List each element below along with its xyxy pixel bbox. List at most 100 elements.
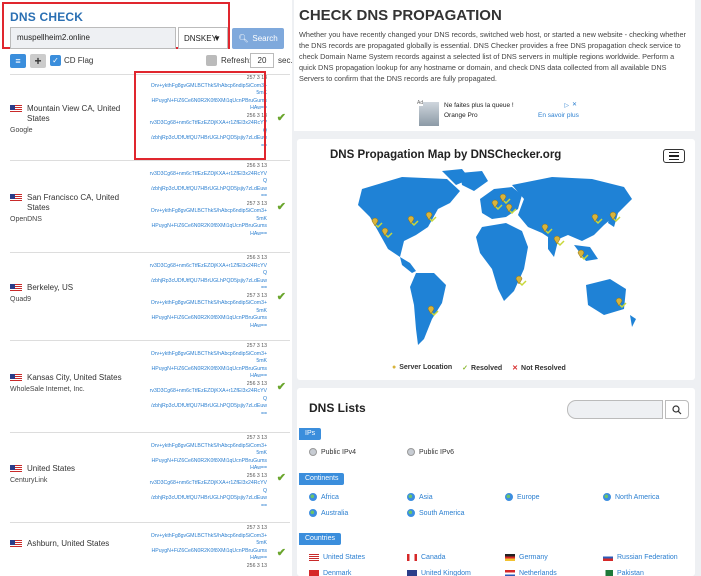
ad-info-icon[interactable]: ▷ bbox=[564, 102, 569, 109]
resolved-check-icon: ✔ bbox=[276, 291, 286, 303]
server-provider: Quad9 bbox=[10, 296, 32, 303]
resolved-check-icon: ✔ bbox=[276, 201, 286, 213]
record-line: Orv+ykthFg8gvGMLBCThkS/hAbcp6ndipSiCom3+ bbox=[150, 350, 267, 357]
dns-lists-title: DNS Lists bbox=[309, 401, 366, 415]
ad-banner[interactable]: Ad Ne faites plus la queue ! Orange Pro … bbox=[417, 100, 579, 127]
map-title: DNS Propagation Map by DNSChecker.org bbox=[330, 149, 562, 161]
record-line: Orv+ykthFg8gvGMLBCThkS/hAbcp6ndipSiCom3+ bbox=[150, 442, 267, 449]
refresh-interval-input[interactable]: 20 bbox=[250, 53, 274, 68]
record-line: Q bbox=[262, 487, 267, 494]
close-icon[interactable]: ✕ bbox=[572, 101, 577, 108]
server-location: Berkeley, US Quad9 bbox=[10, 283, 140, 303]
domain-input[interactable]: muspellheim2.online bbox=[10, 27, 176, 49]
server-location: Ashburn, United States bbox=[10, 539, 140, 552]
record-line: == bbox=[260, 502, 267, 509]
record-line: == bbox=[260, 285, 267, 291]
continent-link[interactable]: South America bbox=[407, 509, 465, 517]
us-flag-icon bbox=[10, 284, 22, 292]
record-line: 256 3 13 bbox=[246, 472, 267, 479]
country-flag-icon bbox=[407, 570, 417, 576]
refresh-checkbox[interactable] bbox=[206, 55, 217, 66]
server-provider: WholeSale Internet, Inc. bbox=[10, 386, 85, 393]
country-link[interactable]: Netherlands bbox=[505, 570, 557, 576]
country-flag-icon bbox=[309, 570, 319, 576]
record-line: 5mK bbox=[256, 307, 267, 314]
continent-link[interactable]: Asia bbox=[407, 493, 433, 501]
continent-link[interactable]: Africa bbox=[309, 493, 339, 501]
map-legend: ● Server Location ✓ Resolved ✕ Not Resolved bbox=[392, 364, 566, 372]
record-line: 5mK bbox=[256, 540, 267, 546]
options-toolbar: ≡ + ✓ CD Flag Refresh: 20 sec. bbox=[10, 53, 293, 70]
country-link[interactable]: United States bbox=[309, 554, 365, 561]
record-line: 5mK bbox=[256, 450, 267, 456]
search-icon[interactable] bbox=[665, 400, 689, 419]
ad-label: Ad bbox=[417, 100, 424, 106]
server-provider: OpenDNS bbox=[10, 216, 42, 223]
search-button-label: Search bbox=[252, 34, 278, 43]
propagation-description: Whether you have recently changed your D… bbox=[299, 30, 686, 83]
legend-resolved: ✓ Resolved bbox=[462, 365, 503, 372]
country-link[interactable]: Denmark bbox=[309, 570, 351, 576]
continent-link[interactable]: Europe bbox=[505, 493, 540, 501]
filter-icon[interactable]: ≡ bbox=[10, 54, 26, 68]
record-line: HPuygN+FiZ6Ce6N0R2K0f8XMi1qUcnPBruGums bbox=[151, 315, 267, 321]
globe-icon bbox=[309, 509, 317, 517]
search-button[interactable]: 🔍︎ Search bbox=[232, 28, 284, 49]
map-card: DNS Propagation Map by DNSChecker.org ● … bbox=[297, 139, 695, 380]
domain-input-value: muspellheim2.online bbox=[17, 33, 90, 42]
globe-icon bbox=[407, 509, 415, 517]
record-line: Orv+ykthFg8gvGMLBCThkS/hAbcp6ndipSiCom3+ bbox=[150, 532, 267, 539]
server-location: United States CenturyLink bbox=[10, 464, 140, 484]
country-link[interactable]: Germany bbox=[505, 554, 548, 561]
server-city: United States bbox=[27, 464, 76, 473]
us-flag-icon bbox=[10, 374, 22, 382]
record-line: 256 3 13 bbox=[246, 163, 267, 169]
record-line: Q bbox=[262, 395, 267, 402]
continent-link[interactable]: North America bbox=[603, 493, 659, 501]
record-line: Orv+ykthFg8gvGMLBCThkS/hAbcp6ndipSiCom3+ bbox=[150, 208, 267, 214]
record-line: rv3D3Cg68+nm6cTtfEzEZDjKXA+r1ZfEl3x24RcY… bbox=[149, 170, 267, 177]
cd-flag-checkbox[interactable]: ✓ bbox=[50, 55, 61, 66]
record-line: 257 3 13 bbox=[246, 343, 267, 349]
country-flag-icon bbox=[505, 570, 515, 576]
globe-icon bbox=[309, 448, 317, 456]
country-link[interactable]: United Kingdom bbox=[407, 570, 471, 576]
cd-flag-label: CD Flag bbox=[64, 56, 94, 65]
server-location: Kansas City, United States WholeSale Inte… bbox=[10, 373, 140, 393]
server-city: Mountain View CA, United States bbox=[27, 104, 121, 123]
ipv4-link[interactable]: Public IPv4 bbox=[309, 448, 356, 456]
menu-icon[interactable] bbox=[663, 149, 685, 163]
result-row: 257 3 13 Orv+ykthFg8gvGMLBCThkS/hAbcp6ndi… bbox=[10, 522, 290, 576]
country-link[interactable]: Pakistan bbox=[603, 570, 644, 576]
country-link[interactable]: Canada bbox=[407, 554, 446, 561]
ipv6-link[interactable]: Public IPv6 bbox=[407, 448, 454, 456]
result-row: 257 3 13 Orv+ykthFg8gvGMLBCThkS/hAbcp6ndi… bbox=[10, 340, 290, 432]
record-line: Q bbox=[262, 270, 267, 276]
us-flag-icon bbox=[10, 465, 22, 473]
country-link[interactable]: Russian Federation bbox=[603, 554, 678, 561]
ips-tag: IPs bbox=[299, 428, 322, 440]
refresh-label: Refresh: bbox=[221, 56, 252, 65]
record-line: /zbhjRp3cUDfUtfQU7HBrUGLhPQD5jsjiy7zLdEu… bbox=[151, 495, 267, 501]
record-line: HPuygN+FiZ6Ce6N0R2K0f8XMi1qUcnPBruGums bbox=[151, 365, 267, 372]
us-flag-icon bbox=[10, 105, 22, 113]
propagation-title: CHECK DNS PROPAGATION bbox=[299, 7, 502, 24]
continent-link[interactable]: Australia bbox=[309, 509, 348, 517]
record-line: HPuygN+FiZ6Ce6N0R2K0f8XMi1qUcnPBruGums bbox=[151, 223, 267, 229]
server-city: Berkeley, US bbox=[27, 283, 74, 292]
dns-records: 257 3 13 Orv+ykthFg8gvGMLBCThkS/hAbcp6ndi… bbox=[135, 525, 267, 570]
globe-icon bbox=[603, 493, 611, 501]
record-type-select[interactable]: DNSKEY ▼ bbox=[178, 27, 228, 49]
ad-cta-link[interactable]: En savoir plus bbox=[538, 112, 579, 119]
propagation-section: CHECK DNS PROPAGATION Whether you have r… bbox=[294, 0, 695, 131]
world-map[interactable] bbox=[342, 169, 642, 361]
dns-records: 257 3 13 Orv+ykthFg8gvGMLBCThkS/hAbcp6ndi… bbox=[135, 435, 267, 510]
server-city: Kansas City, United States bbox=[27, 373, 122, 382]
record-line: /zbhjRp3cUDfUtfQU7HBrUGLhPQD5jsjiy7zLdEu… bbox=[151, 185, 267, 192]
add-server-button[interactable]: + bbox=[30, 54, 46, 68]
legend-not-resolved: ✕ Not Resolved bbox=[512, 365, 566, 372]
lists-search-input[interactable] bbox=[567, 400, 663, 419]
country-flag-icon bbox=[309, 554, 319, 561]
result-row: 256 3 13 rv3D3Cg68+nm6cTtfEzEZDjKXA+r1ZfE… bbox=[10, 160, 290, 252]
dns-lists-card: DNS Lists IPs Public IPv4 Public IPv6 Co… bbox=[297, 388, 695, 576]
